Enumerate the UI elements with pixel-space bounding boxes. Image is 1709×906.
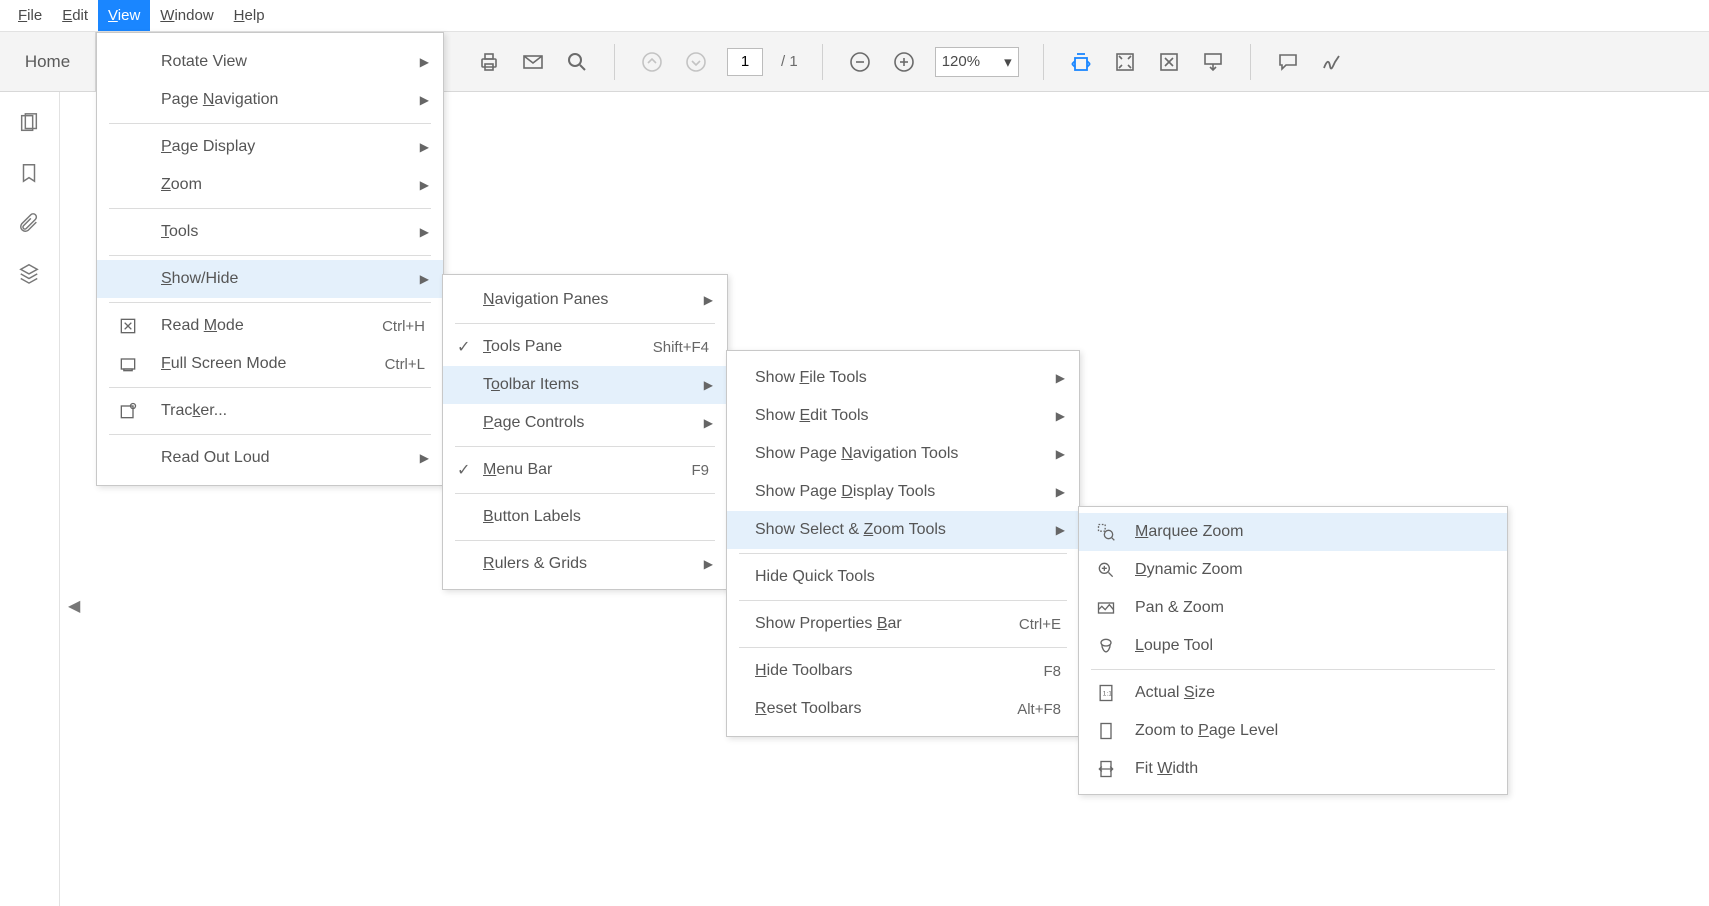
menu-menu-bar[interactable]: ✓Menu BarF9: [443, 451, 727, 489]
menu-hide-quick-tools[interactable]: Hide Quick Tools: [727, 558, 1079, 596]
menu-sep: [109, 255, 431, 256]
fit-width-icon: [1095, 758, 1117, 780]
menu-marquee-zoom[interactable]: Marquee Zoom: [1079, 513, 1507, 551]
menu-rulers-grids[interactable]: Rulers & Grids▶: [443, 545, 727, 583]
toolbar-sep: [1043, 44, 1044, 80]
menu-window[interactable]: Window: [150, 0, 223, 31]
menu-show-edit-tools[interactable]: Show Edit Tools▶: [727, 397, 1079, 435]
menu-sep: [739, 553, 1067, 554]
fullscreen-icon[interactable]: [1156, 49, 1182, 75]
menu-tools-pane[interactable]: ✓Tools PaneShift+F4: [443, 328, 727, 366]
menu-read-mode[interactable]: Read ModeCtrl+H: [97, 307, 443, 345]
menu-show-hide[interactable]: Show/Hide▶: [97, 260, 443, 298]
home-button[interactable]: Home: [0, 32, 96, 91]
menu-sep: [109, 208, 431, 209]
menu-pan-zoom[interactable]: Pan & Zoom: [1079, 589, 1507, 627]
actual-size-icon: 1:1: [1095, 682, 1117, 704]
layers-icon[interactable]: [18, 262, 42, 286]
menu-tools[interactable]: Tools▶: [97, 213, 443, 251]
menu-sep: [455, 323, 715, 324]
select-zoom-dropdown: Marquee Zoom Dynamic Zoom Pan & Zoom Lou…: [1078, 506, 1508, 795]
page-level-icon: [1095, 720, 1117, 742]
menu-file[interactable]: File: [8, 0, 52, 31]
menu-show-select-zoom-tools[interactable]: Show Select & Zoom Tools▶: [727, 511, 1079, 549]
menu-sep: [455, 493, 715, 494]
page-input[interactable]: [727, 48, 763, 76]
fit-width-icon[interactable]: [1068, 49, 1094, 75]
toolbar-sep: [614, 44, 615, 80]
menu-sep: [109, 434, 431, 435]
tracker-icon: [117, 400, 139, 422]
svg-text:1:1: 1:1: [1103, 691, 1113, 698]
zoom-in-icon[interactable]: [891, 49, 917, 75]
menu-sep: [739, 600, 1067, 601]
menu-sep: [455, 540, 715, 541]
toolbar-items-dropdown: Show File Tools▶ Show Edit Tools▶ Show P…: [726, 350, 1080, 737]
menu-edit[interactable]: Edit: [52, 0, 98, 31]
bookmark-icon[interactable]: [18, 162, 42, 186]
zoom-value: 120%: [942, 53, 980, 70]
menu-sep: [1091, 669, 1495, 670]
read-mode-icon: [117, 315, 139, 337]
comment-icon[interactable]: [1275, 49, 1301, 75]
menu-hide-toolbars[interactable]: Hide ToolbarsF8: [727, 652, 1079, 690]
check-icon: ✓: [457, 460, 470, 480]
menu-fit-width[interactable]: Fit Width: [1079, 750, 1507, 788]
menu-fullscreen[interactable]: Full Screen ModeCtrl+L: [97, 345, 443, 383]
menu-show-properties-bar[interactable]: Show Properties BarCtrl+E: [727, 605, 1079, 643]
attachment-icon[interactable]: [18, 212, 42, 236]
check-icon: ✓: [457, 337, 470, 357]
fit-page-icon[interactable]: [1112, 49, 1138, 75]
marquee-zoom-icon: [1095, 521, 1117, 543]
read-mode-icon[interactable]: [1200, 49, 1226, 75]
menu-page-navigation[interactable]: Page Navigation▶: [97, 81, 443, 119]
sidebar: [0, 92, 60, 906]
menu-nav-panes[interactable]: Navigation Panes▶: [443, 281, 727, 319]
menu-view[interactable]: View: [98, 0, 150, 31]
menu-show-pagedisp-tools[interactable]: Show Page Display Tools▶: [727, 473, 1079, 511]
menu-rotate-view[interactable]: Rotate View▶: [97, 43, 443, 81]
menubar: File Edit View Window Help: [0, 0, 1709, 32]
toolbar-sep: [1250, 44, 1251, 80]
menu-zoom[interactable]: Zoom▶: [97, 166, 443, 204]
zoom-out-icon[interactable]: [847, 49, 873, 75]
sidebar-collapse-icon[interactable]: ◀: [68, 596, 80, 616]
zoom-select[interactable]: 120% ▾: [935, 47, 1019, 77]
menu-help[interactable]: Help: [224, 0, 275, 31]
view-dropdown: Rotate View▶ Page Navigation▶ Page Displ…: [96, 32, 444, 486]
menu-zoom-page-level[interactable]: Zoom to Page Level: [1079, 712, 1507, 750]
print-icon[interactable]: [476, 49, 502, 75]
page-up-icon[interactable]: [639, 49, 665, 75]
dropdown-icon: ▾: [1004, 53, 1012, 71]
menu-show-pagenav-tools[interactable]: Show Page Navigation Tools▶: [727, 435, 1079, 473]
menu-sep: [455, 446, 715, 447]
menu-sep: [739, 647, 1067, 648]
menu-read-out-loud[interactable]: Read Out Loud▶: [97, 439, 443, 477]
menu-tracker[interactable]: Tracker...: [97, 392, 443, 430]
sign-icon[interactable]: [1319, 49, 1345, 75]
menu-sep: [109, 387, 431, 388]
page-down-icon[interactable]: [683, 49, 709, 75]
page-total: / 1: [781, 53, 798, 70]
toolbar-sep: [822, 44, 823, 80]
menu-sep: [109, 302, 431, 303]
menu-show-file-tools[interactable]: Show File Tools▶: [727, 359, 1079, 397]
menu-page-controls[interactable]: Page Controls▶: [443, 404, 727, 442]
menu-sep: [109, 123, 431, 124]
search-icon[interactable]: [564, 49, 590, 75]
menu-page-display[interactable]: Page Display▶: [97, 128, 443, 166]
menu-dynamic-zoom[interactable]: Dynamic Zoom: [1079, 551, 1507, 589]
show-hide-dropdown: Navigation Panes▶ ✓Tools PaneShift+F4 To…: [442, 274, 728, 590]
menu-toolbar-items[interactable]: Toolbar Items▶: [443, 366, 727, 404]
dynamic-zoom-icon: [1095, 559, 1117, 581]
pan-zoom-icon: [1095, 597, 1117, 619]
fullscreen-icon: [117, 353, 139, 375]
mail-icon[interactable]: [520, 49, 546, 75]
menu-loupe-tool[interactable]: Loupe Tool: [1079, 627, 1507, 665]
menu-actual-size[interactable]: 1:1 Actual Size: [1079, 674, 1507, 712]
menu-button-labels[interactable]: Button Labels: [443, 498, 727, 536]
thumbnails-icon[interactable]: [18, 112, 42, 136]
menu-reset-toolbars[interactable]: Reset ToolbarsAlt+F8: [727, 690, 1079, 728]
loupe-icon: [1095, 635, 1117, 657]
